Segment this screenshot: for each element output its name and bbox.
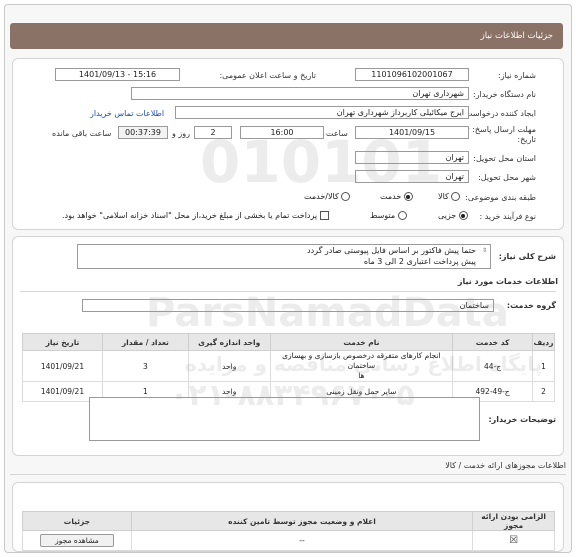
col-header-required: الزامی بودن ارائه مجوز — [472, 511, 555, 531]
province-label: استان محل تحویل: — [473, 154, 536, 163]
process-option-medium[interactable]: متوسط — [370, 211, 407, 220]
process-option-minor[interactable]: جزیی — [438, 211, 468, 220]
buyer-contact-link[interactable]: اطلاعات تماس خریدار — [90, 109, 164, 118]
cell-qty: 3 — [101, 350, 189, 382]
buyer-notes-label: توضیحات خریدار: — [488, 415, 556, 424]
description-line-2: پیش پرداخت اعتباری 2 الی 3 ماه — [363, 257, 476, 266]
col-header-date: تاریخ نیاز — [22, 333, 103, 351]
table-row: ☒ -- مشاهده مجوز — [22, 530, 555, 551]
permits-table: الزامی بودن ارائه مجوز اعلام و وضعیت مجو… — [22, 511, 555, 551]
deadline-label: مهلت ارسال پاسخ: تا — [464, 125, 536, 134]
col-header-name: نام خدمت — [269, 333, 454, 351]
creator-label: ایجاد کننده درخواست: — [462, 109, 536, 118]
view-permit-button[interactable]: مشاهده مجوز — [40, 534, 114, 547]
radio-icon[interactable] — [451, 192, 461, 201]
announce-field: 1401/09/13 - 15:16 — [55, 68, 180, 81]
resize-grip-icon: ⇕ — [481, 247, 487, 254]
remaining-label: ساعت باقی مانده — [52, 129, 112, 138]
radio-selected-icon[interactable] — [458, 211, 468, 220]
announce-label: تاریخ و ساعت اعلان عمومی: — [219, 71, 316, 80]
description-line-1: حتما پیش فاکتور بر اساس فایل پیوستی صادر… — [307, 246, 476, 255]
deadline-date-label: تاریخ: — [517, 135, 536, 144]
watermark-brand: ParsNamadData — [146, 290, 509, 336]
description-box: حتما پیش فاکتور بر اساس فایل پیوستی صادر… — [77, 244, 491, 269]
page-title: جزئیات اطلاعات نیاز — [10, 23, 563, 49]
category-label: طبقه بندی موضوعی: — [465, 193, 536, 202]
services-table-header: ردیف کد خدمت نام خدمت واحد اندازه گیری ت… — [22, 333, 555, 351]
buyer-org-field: شهرداری تهران — [131, 87, 469, 100]
cell-required: ☒ — [472, 530, 555, 551]
creator-field: ایرج میکائیلی کاربرداز شهرداری تهران — [175, 106, 469, 119]
col-header-code: کد خدمت — [452, 333, 534, 351]
cell-details: مشاهده مجوز — [22, 530, 132, 551]
checkbox-checked-icon: ☒ — [509, 535, 519, 546]
provider-section-title: اطلاعات مجوزهای ارائه خدمت / کالا — [445, 461, 566, 470]
checkbox-icon[interactable] — [319, 211, 329, 220]
col-header-row: ردیف — [532, 333, 555, 351]
city-label: شهر محل تحویل: — [478, 173, 536, 182]
cell-status: -- — [130, 530, 474, 551]
days-label: روز و — [172, 129, 190, 138]
need-number-label: شماره نیاز: — [498, 71, 536, 80]
col-header-unit: واحد اندازه گیری — [187, 333, 271, 351]
service-group-label: گروه خدمت: — [506, 301, 556, 310]
cell-row: 2 — [532, 381, 555, 402]
col-header-qty: تعداد / مقدار — [101, 333, 189, 351]
col-header-details: جزئیات — [22, 511, 132, 531]
remaining-time-field: 00:37:39 — [118, 126, 168, 139]
radio-icon[interactable] — [397, 211, 407, 220]
permits-table-header: الزامی بودن ارائه مجوز اعلام و وضعیت مجو… — [22, 511, 555, 531]
watermark-tagline: پایگاه اطلاع رسانی مناقصه و مزایده — [185, 352, 543, 376]
watermark-phone: ۰۲۱-۸۸۳۴۹۶۷۰-۵ — [170, 378, 415, 413]
services-section-title: اطلاعات خدمات مورد نیاز — [457, 277, 558, 286]
watermark-digits: 010101 — [200, 128, 443, 196]
need-number-field: 1101096102001067 — [355, 68, 469, 81]
treasury-payment-option[interactable]: پرداخت تمام یا بخشی از مبلغ خرید،از محل … — [62, 211, 329, 220]
buyer-org-label: نام دستگاه خریدار: — [473, 90, 536, 99]
section-divider — [10, 474, 566, 475]
description-label: شرح کلی نیاز: — [498, 252, 556, 261]
col-header-status: اعلام و وضعیت مجوز توسط تامین کننده — [130, 511, 474, 531]
cell-date: 1401/09/21 — [22, 350, 103, 382]
process-label: نوع فرآیند خرید : — [479, 212, 536, 221]
